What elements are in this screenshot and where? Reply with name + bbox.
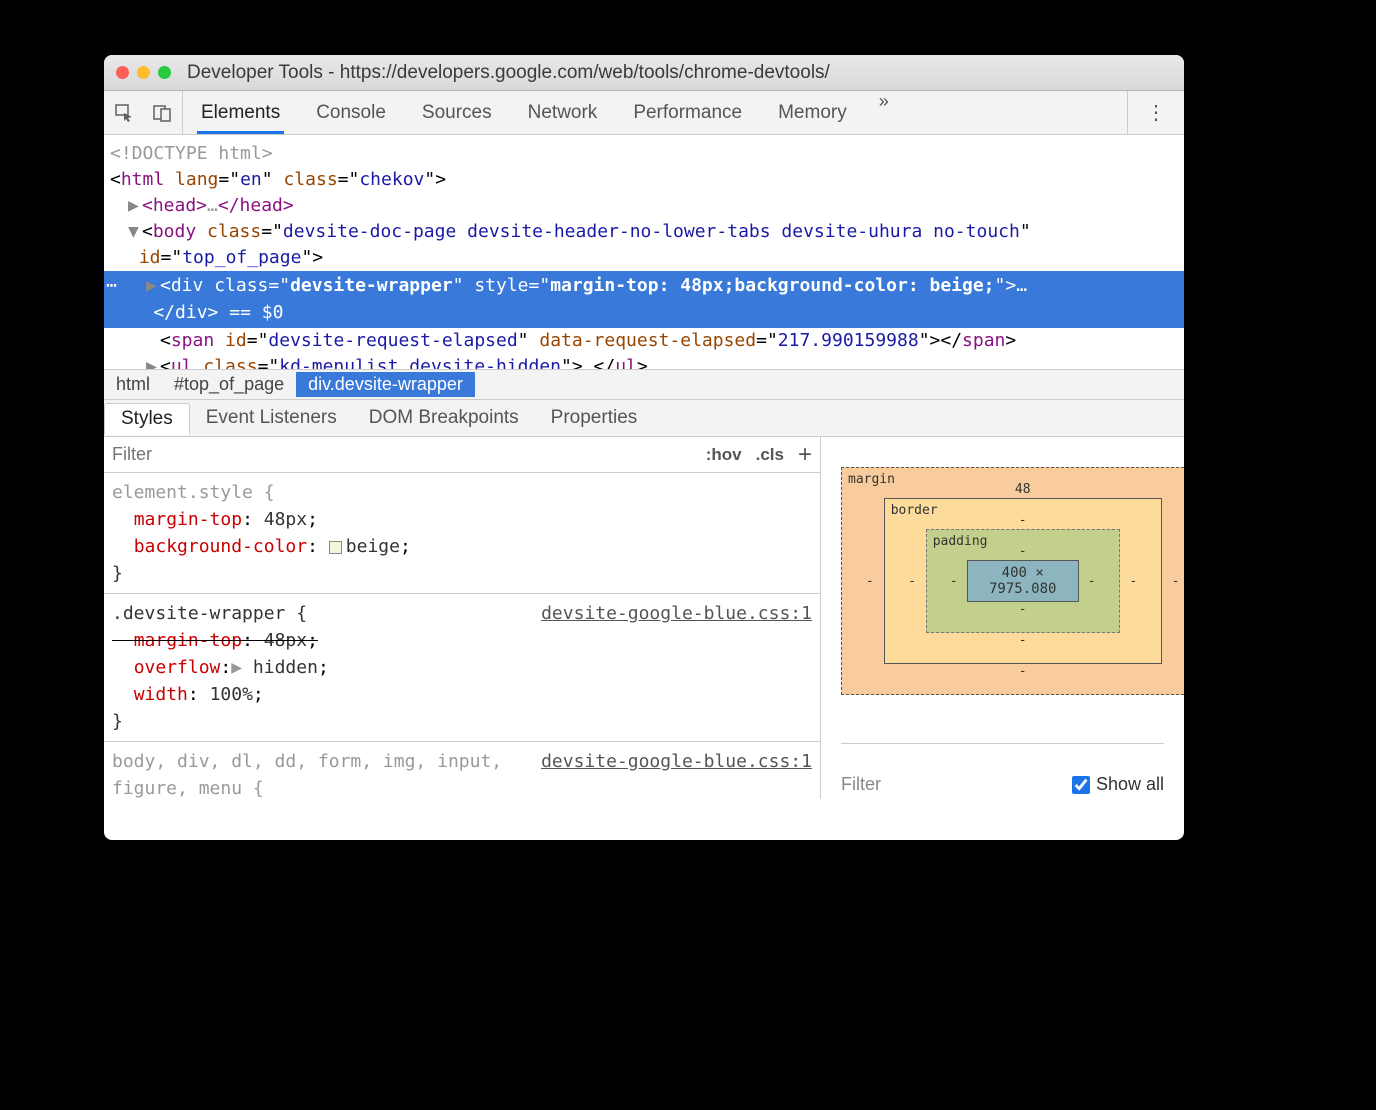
subtab-event-listeners[interactable]: Event Listeners	[190, 403, 353, 433]
panel-tabs: Elements Console Sources Network Perform…	[183, 91, 903, 134]
close-icon[interactable]	[116, 66, 129, 79]
head-line[interactable]: ▶<head>…</head>	[110, 193, 1178, 219]
subtab-styles[interactable]: Styles	[104, 403, 190, 435]
subtab-properties[interactable]: Properties	[535, 403, 654, 433]
breadcrumb: html #top_of_page div.devsite-wrapper	[104, 369, 1184, 399]
device-toggle-icon[interactable]	[150, 101, 174, 125]
box-model-diagram[interactable]: margin 48 - border - - padding - -	[841, 467, 1184, 695]
zoom-icon[interactable]	[158, 66, 171, 79]
styles-filter-input[interactable]	[112, 444, 706, 465]
span-line[interactable]: <span id="devsite-request-elapsed" data-…	[110, 328, 1178, 354]
crumb-selected[interactable]: div.devsite-wrapper	[296, 372, 475, 397]
traffic-lights	[116, 66, 171, 79]
crumb-html[interactable]: html	[104, 372, 162, 397]
box-model-content: 400 × 7975.080	[967, 560, 1079, 602]
source-link[interactable]: devsite-google-blue.css:1	[541, 748, 812, 775]
window-title: Developer Tools - https://developers.goo…	[187, 62, 830, 84]
tab-console[interactable]: Console	[298, 91, 404, 134]
kebab-menu-icon[interactable]: ⋮	[1127, 91, 1184, 134]
inspect-icon[interactable]	[112, 101, 136, 125]
minimize-icon[interactable]	[137, 66, 150, 79]
tab-network[interactable]: Network	[510, 91, 616, 134]
selector-text: element.style {	[112, 479, 812, 506]
main-toolbar: Elements Console Sources Network Perform…	[104, 91, 1184, 135]
cls-toggle[interactable]: .cls	[756, 445, 784, 465]
doctype-line: <!DOCTYPE html>	[110, 141, 1178, 167]
element-style-block[interactable]: element.style { margin-top: 48px; backgr…	[104, 473, 820, 594]
body-open-line[interactable]: ▼<body class="devsite-doc-page devsite-h…	[110, 219, 1178, 271]
dom-tree[interactable]: <!DOCTYPE html> <html lang="en" class="c…	[104, 135, 1184, 369]
tab-sources[interactable]: Sources	[404, 91, 510, 134]
filter-actions: :hov .cls +	[706, 441, 812, 469]
crumb-body[interactable]: #top_of_page	[162, 372, 296, 397]
more-tabs-button[interactable]: »	[865, 91, 903, 134]
tab-elements[interactable]: Elements	[183, 91, 298, 134]
wrapper-style-block[interactable]: devsite-google-blue.css:1 .devsite-wrapp…	[104, 594, 820, 742]
styles-subtabs: Styles Event Listeners DOM Breakpoints P…	[104, 399, 1184, 437]
ul-line[interactable]: ▶<ul class="kd-menulist devsite-hidden">…	[110, 354, 1178, 369]
toolbar-left	[104, 91, 183, 134]
third-style-block[interactable]: devsite-google-blue.css:1 body, div, dl,…	[104, 742, 820, 799]
devtools-window: Developer Tools - https://developers.goo…	[104, 55, 1184, 840]
show-all-toggle[interactable]: Show all	[1072, 774, 1164, 795]
hov-toggle[interactable]: :hov	[706, 445, 742, 465]
styles-filter-row: :hov .cls +	[104, 437, 820, 473]
titlebar: Developer Tools - https://developers.goo…	[104, 55, 1184, 91]
selected-dom-node[interactable]: ⋯ ▶<div class="devsite-wrapper" style="m…	[104, 271, 1184, 327]
styles-rules-pane: :hov .cls + element.style { margin-top: …	[104, 437, 821, 799]
html-open-line[interactable]: <html lang="en" class="chekov">	[110, 167, 1178, 193]
tab-performance[interactable]: Performance	[615, 91, 760, 134]
color-swatch-icon[interactable]	[329, 541, 342, 554]
computed-filter-row: Filter Show all	[841, 743, 1164, 795]
computed-pane: margin 48 - border - - padding - -	[821, 437, 1184, 799]
subtab-dom-breakpoints[interactable]: DOM Breakpoints	[353, 403, 535, 433]
tab-memory[interactable]: Memory	[760, 91, 865, 134]
computed-filter-label[interactable]: Filter	[841, 774, 881, 795]
styles-body: :hov .cls + element.style { margin-top: …	[104, 437, 1184, 799]
show-all-checkbox[interactable]	[1072, 776, 1090, 794]
new-style-rule-button[interactable]: +	[798, 441, 812, 469]
source-link[interactable]: devsite-google-blue.css:1	[541, 600, 812, 627]
